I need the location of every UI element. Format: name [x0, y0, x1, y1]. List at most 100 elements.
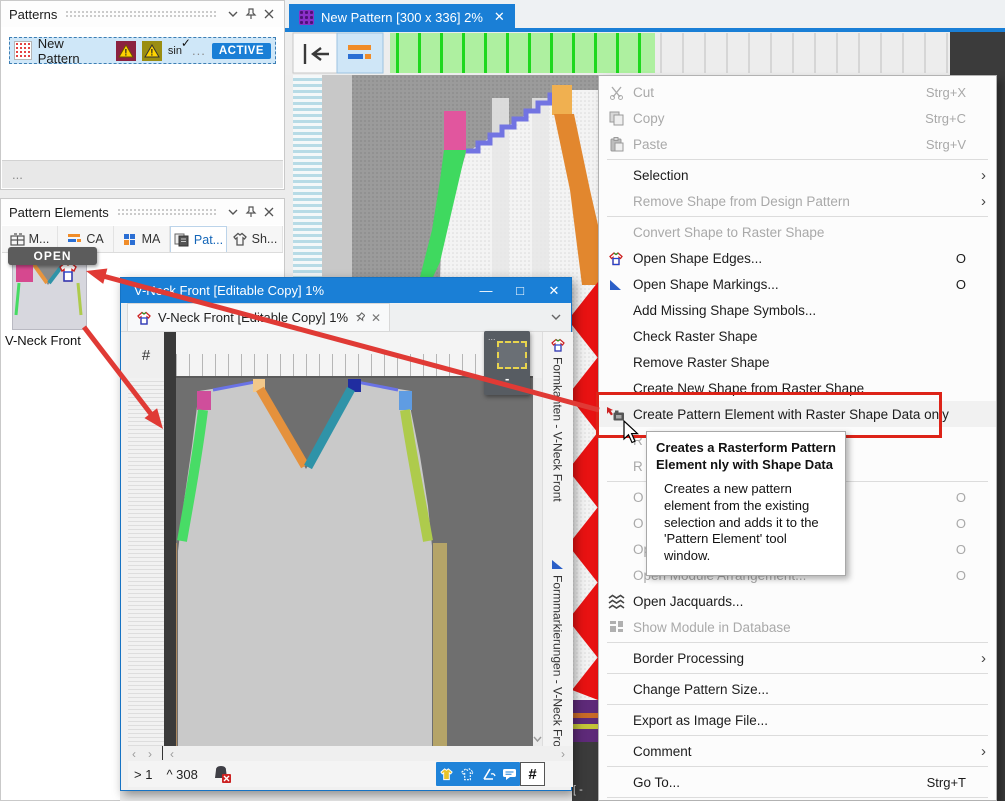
measure-icon[interactable]: [478, 762, 499, 786]
pattern-item-label: New Pattern: [38, 36, 104, 66]
shoulder-right-block: [399, 391, 412, 410]
close-icon[interactable]: [260, 5, 278, 23]
vertical-ruler[interactable]: [128, 378, 164, 746]
column-ruler-selected[interactable]: [390, 33, 655, 73]
maximize-icon[interactable]: □: [503, 283, 537, 299]
menu-icon-placeholder: [606, 457, 626, 475]
document-tab-close-icon[interactable]: ✕: [494, 9, 505, 25]
menu-item-selection[interactable]: Selection›: [599, 162, 996, 188]
close-icon[interactable]: [260, 203, 278, 221]
pattern-element-label[interactable]: V-Neck Front: [5, 333, 81, 348]
shirt-outline-icon[interactable]: [457, 762, 478, 786]
grid-hash-button[interactable]: #: [520, 762, 545, 786]
menu-item-label: Border Processing: [633, 651, 744, 666]
chevron-down-icon[interactable]: [224, 5, 242, 23]
vneck-document-tab[interactable]: V-Neck Front [Editable Copy] 1% ✕: [127, 303, 390, 331]
menu-separator: [607, 797, 988, 798]
scroll-left-icon[interactable]: ‹: [170, 747, 174, 761]
minimize-icon[interactable]: —: [469, 283, 503, 299]
submenu-arrow-icon: ›: [981, 650, 986, 667]
chevron-down-icon[interactable]: [551, 314, 561, 320]
menu-item-copy[interactable]: CopyStrg+C: [599, 105, 996, 131]
color-arrangement-tool-icon[interactable]: [337, 33, 383, 73]
pattern-list-item[interactable]: New Pattern ! ! sin ✓ ... ACTIVE: [9, 37, 276, 64]
navigator-panel[interactable]: ... -: [484, 331, 530, 395]
vertical-scrollbar[interactable]: [533, 378, 542, 746]
panel-drag-handle[interactable]: [117, 208, 216, 216]
menu-icon-placeholder: [606, 540, 626, 558]
menu-item-label: Cut: [633, 85, 654, 100]
scroll-left-icon[interactable]: ‹: [132, 747, 136, 761]
scroll-divider: [162, 746, 163, 760]
menu-item-label: Open Shape Markings...: [633, 277, 779, 292]
tooltip-body: Creates a new pattern element from the e…: [664, 481, 836, 565]
shape-canvas[interactable]: [176, 378, 533, 746]
side-tab-strip: Formkanten - V-Neck Front Formmarkierung…: [542, 332, 573, 762]
navigator-zoom-out[interactable]: -: [505, 371, 509, 386]
tab-sh[interactable]: Sh...: [227, 226, 283, 252]
more-indicator: ...: [192, 43, 206, 58]
menu-item-shortcut: O: [956, 542, 996, 557]
menu-item-remove-raster-shape[interactable]: Remove Raster Shape: [599, 349, 996, 375]
shape-icon: [232, 232, 248, 246]
document-tab[interactable]: New Pattern [300 x 336] 2% ✕: [289, 4, 515, 30]
column-ruler[interactable]: [655, 33, 950, 73]
pattern-element-thumbnail[interactable]: [12, 258, 87, 330]
menu-item-add-missing-shape-symbols[interactable]: Add Missing Shape Symbols...: [599, 297, 996, 323]
tab-pat[interactable]: Pat...: [170, 226, 227, 252]
vneck-window-titlebar[interactable]: V-Neck Front [Editable Copy] 1% — □ ✕: [121, 278, 571, 303]
menu-icon-placeholder: [606, 223, 626, 241]
pin-icon[interactable]: [242, 5, 260, 23]
menu-item-shortcut: O: [956, 251, 996, 266]
menu-item-open-shape-edges[interactable]: Open Shape Edges...O: [599, 245, 996, 271]
menu-item-label: Selection: [633, 168, 689, 183]
menu-separator: [607, 673, 988, 674]
patterns-panel-header[interactable]: Patterns: [1, 1, 284, 27]
sintral-check-indicator: sin ✓: [168, 45, 186, 57]
menu-item-remove-shape-from-design-pattern[interactable]: Remove Shape from Design Pattern›: [599, 188, 996, 214]
patterns-panel-footer[interactable]: ...: [2, 160, 283, 188]
side-tab-formkanten[interactable]: Formkanten - V-Neck Front: [544, 334, 571, 538]
menu-item-open-jacquards[interactable]: Open Jacquards...: [599, 588, 996, 614]
menu-item-shortcut: O: [956, 516, 996, 531]
menu-item-label: Remove Shape from Design Pattern: [633, 194, 850, 209]
menu-item-check-raster-shape[interactable]: Check Raster Shape: [599, 323, 996, 349]
chevron-down-icon[interactable]: [224, 203, 242, 221]
panel-drag-handle[interactable]: [65, 10, 216, 18]
marking-triangle-icon: [551, 558, 565, 570]
warning-yellow-icon: !: [142, 41, 162, 61]
go-to-start-icon[interactable]: [293, 33, 337, 73]
menu-item-cut[interactable]: CutStrg+X: [599, 79, 996, 105]
menu-item-label: O: [633, 516, 644, 531]
menu-item-go-to[interactable]: Go To...Strg+T: [599, 769, 996, 795]
jacquard-icon: [606, 592, 626, 610]
shoulder-left-block: [197, 391, 211, 410]
horizontal-scrollbar[interactable]: ‹ › ‹ ›: [128, 746, 573, 761]
shirt-yellow-icon[interactable]: [436, 762, 457, 786]
view-toolbar: [436, 762, 520, 786]
menu-item-comment[interactable]: Comment›: [599, 738, 996, 764]
side-right-marker: [433, 543, 447, 746]
menu-item-border-processing[interactable]: Border Processing ›: [599, 645, 996, 671]
menu-item-change-pattern-size[interactable]: Change Pattern Size...: [599, 676, 996, 702]
scroll-right-icon[interactable]: ›: [561, 747, 565, 761]
menu-item-label: O: [633, 490, 644, 505]
tab-ma[interactable]: MA: [114, 226, 170, 252]
pin-icon[interactable]: [354, 312, 365, 323]
menu-item-convert-shape-to-raster-shape[interactable]: Convert Shape to Raster Shape: [599, 219, 996, 245]
close-icon[interactable]: ✕: [371, 311, 381, 325]
navigator-viewport-icon[interactable]: [497, 341, 527, 369]
scroll-right-icon[interactable]: ›: [148, 747, 152, 761]
close-icon[interactable]: ✕: [537, 283, 571, 299]
ruler-corner-hash[interactable]: #: [128, 332, 165, 378]
side-tab-formmarkierungen[interactable]: Formmarkierungen - V-Neck Front: [544, 554, 571, 766]
comment-bubble-icon[interactable]: [499, 762, 520, 786]
pin-icon[interactable]: [242, 203, 260, 221]
pattern-elements-panel-header[interactable]: Pattern Elements: [1, 199, 284, 225]
menu-item-open-shape-markings[interactable]: Open Shape Markings...O: [599, 271, 996, 297]
horizontal-ruler[interactable]: [176, 332, 533, 378]
menu-item-paste[interactable]: PasteStrg+V: [599, 131, 996, 157]
menu-item-export-as-image-file[interactable]: Export as Image File...: [599, 707, 996, 733]
menu-item-show-module-in-database[interactable]: Show Module in Database: [599, 614, 996, 640]
menu-item-label: Convert Shape to Raster Shape: [633, 225, 824, 240]
